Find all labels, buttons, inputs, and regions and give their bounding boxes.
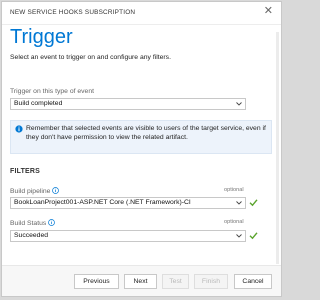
service-hooks-dialog: NEW SERVICE HOOKS SUBSCRIPTION ✕ Trigger… — [1, 1, 282, 297]
help-icon[interactable] — [48, 219, 56, 226]
chevron-down-icon — [236, 201, 242, 205]
trigger-label: Trigger on this type of event — [10, 88, 94, 95]
build-pipeline-label-text: Build pipeline — [10, 188, 51, 195]
info-message: Remember that selected events are visibl… — [10, 120, 272, 154]
cancel-button[interactable]: Cancel — [234, 274, 272, 289]
build-status-select[interactable]: Succeeded — [10, 230, 246, 242]
dialog-footer: Previous Next Test Finish Cancel — [2, 265, 281, 296]
info-icon — [15, 125, 23, 133]
help-icon[interactable] — [52, 187, 60, 194]
next-button[interactable]: Next — [124, 274, 157, 289]
previous-button[interactable]: Previous — [74, 274, 119, 289]
check-icon — [249, 199, 258, 207]
chevron-down-icon — [236, 102, 242, 106]
filters-heading: FILTERS — [10, 168, 41, 175]
build-pipeline-value: BookLoanProject001-ASP.NET Core (.NET Fr… — [14, 199, 191, 206]
build-pipeline-label: Build pipeline — [10, 187, 60, 195]
build-status-optional: optional — [224, 219, 244, 225]
page-title: Trigger — [10, 26, 73, 48]
page-subtitle: Select an event to trigger on and config… — [10, 54, 171, 61]
dialog-titlebar: NEW SERVICE HOOKS SUBSCRIPTION ✕ — [2, 2, 281, 25]
build-status-value: Succeeded — [14, 232, 49, 239]
chevron-down-icon — [236, 234, 242, 238]
check-icon — [249, 232, 258, 240]
build-status-label: Build Status — [10, 219, 56, 227]
trigger-select-value: Build completed — [14, 100, 63, 107]
scrollbar[interactable] — [276, 32, 279, 264]
trigger-select[interactable]: Build completed — [10, 98, 246, 110]
build-pipeline-select[interactable]: BookLoanProject001-ASP.NET Core (.NET Fr… — [10, 197, 246, 209]
build-status-label-text: Build Status — [10, 220, 47, 227]
build-pipeline-optional: optional — [224, 187, 244, 193]
info-text: Remember that selected events are visibl… — [26, 125, 266, 141]
close-icon[interactable]: ✕ — [264, 6, 273, 17]
test-button[interactable]: Test — [162, 274, 189, 289]
finish-button[interactable]: Finish — [194, 274, 228, 289]
dialog-title: NEW SERVICE HOOKS SUBSCRIPTION — [10, 9, 136, 16]
